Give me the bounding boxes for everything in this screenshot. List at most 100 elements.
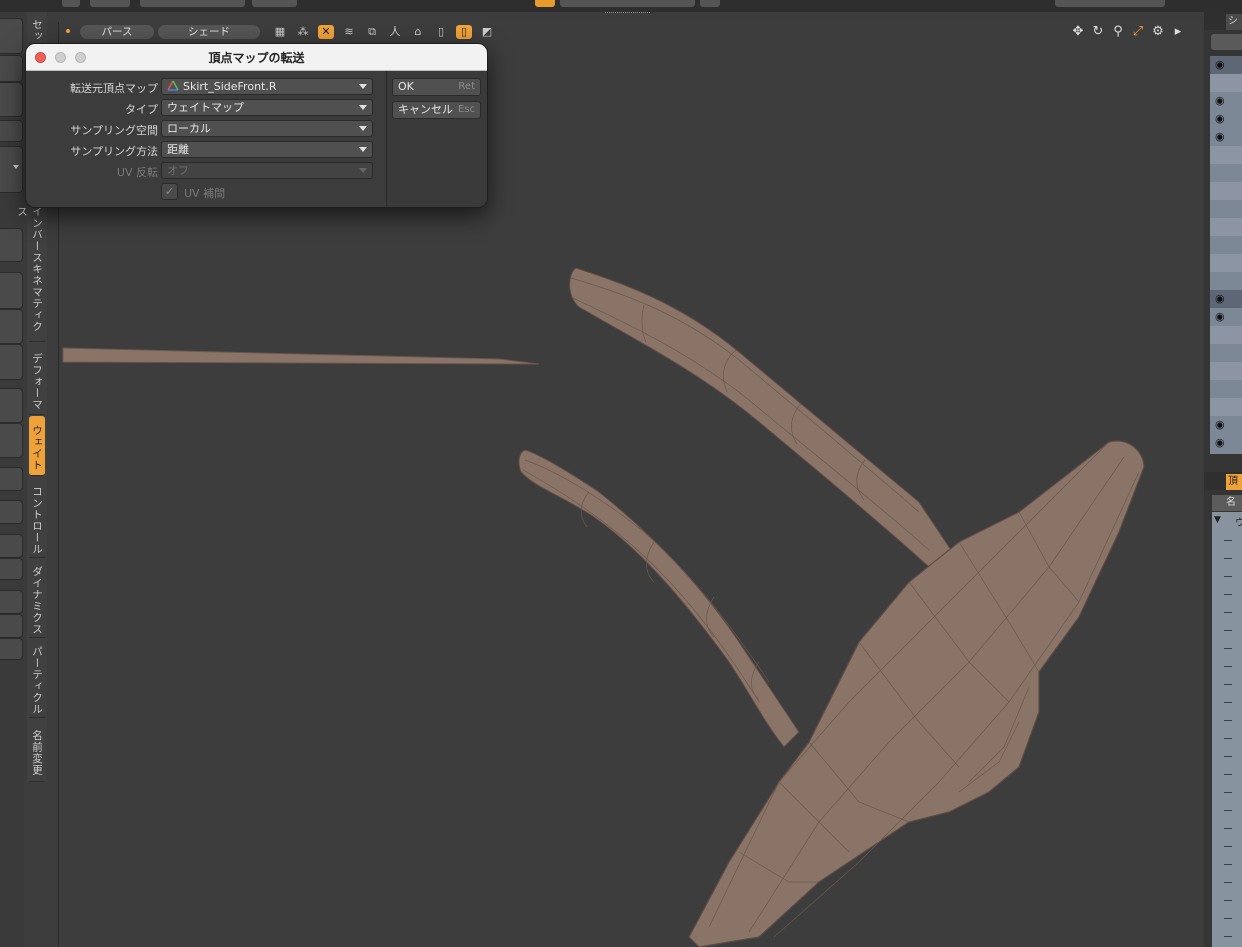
visibility-eye-icon[interactable]: ◉ bbox=[1215, 436, 1225, 449]
vertex-map-row[interactable] bbox=[1224, 936, 1232, 937]
visibility-eye-icon[interactable]: ◉ bbox=[1215, 94, 1225, 107]
visibility-eye-icon[interactable]: ◉ bbox=[1215, 292, 1225, 305]
vertex-map-row[interactable] bbox=[1224, 846, 1232, 847]
tool-button[interactable] bbox=[0, 467, 23, 491]
tab-weight[interactable]: ウェイト bbox=[29, 416, 45, 476]
vertex-map-row[interactable] bbox=[1224, 558, 1232, 559]
vertex-map-row[interactable] bbox=[1224, 540, 1232, 541]
tool-button[interactable] bbox=[0, 500, 23, 524]
vertex-map-row[interactable] bbox=[1224, 612, 1232, 613]
tree-item-label[interactable]: ウ bbox=[1235, 514, 1242, 529]
list-item[interactable]: ◉ bbox=[1210, 128, 1242, 146]
visibility-eye-icon[interactable]: ◉ bbox=[1215, 418, 1225, 431]
checker-icon[interactable]: ▦ bbox=[272, 25, 288, 39]
diagonal-icon[interactable]: ◩ bbox=[479, 25, 495, 39]
vertex-map-row[interactable] bbox=[1224, 684, 1232, 685]
vertex-map-row[interactable] bbox=[1224, 720, 1232, 721]
list-item[interactable]: ◉ bbox=[1210, 92, 1242, 110]
tab-scene[interactable]: シ bbox=[1226, 14, 1242, 30]
vertex-map-row[interactable] bbox=[1224, 594, 1232, 595]
gear-icon[interactable]: ⚙ bbox=[1150, 24, 1166, 40]
list-item[interactable]: ◉ bbox=[1210, 416, 1242, 434]
tool-button[interactable] bbox=[0, 638, 23, 660]
vertex-map-row[interactable] bbox=[1224, 576, 1232, 577]
visibility-eye-icon[interactable]: ◉ bbox=[1215, 310, 1225, 323]
vertex-map-row[interactable] bbox=[1224, 756, 1232, 757]
expand-triangle-icon[interactable]: ▼ bbox=[1214, 515, 1221, 525]
toolbar-chip[interactable] bbox=[252, 0, 297, 7]
copy-icon[interactable]: ⧉ bbox=[364, 25, 380, 39]
tool-button[interactable] bbox=[0, 423, 23, 458]
view-mode-button[interactable]: パース bbox=[80, 25, 154, 39]
tab-inverse-kinematics[interactable]: インバースキネマティクス bbox=[16, 202, 45, 342]
source-map-select[interactable]: Skirt_SideFront.R bbox=[161, 78, 373, 95]
panel-search[interactable] bbox=[1211, 34, 1242, 50]
tab-deformer[interactable]: デフォーマ bbox=[29, 345, 45, 415]
list-item[interactable]: ◉ bbox=[1210, 290, 1242, 308]
tab-vertex-maps[interactable]: 頂 bbox=[1226, 474, 1242, 490]
hair-icon[interactable]: ≋ bbox=[341, 25, 357, 39]
toolbar-chip[interactable] bbox=[62, 0, 80, 7]
tab-dynamics[interactable]: ダイナミクス bbox=[29, 560, 45, 638]
list-item[interactable]: ◉ bbox=[1210, 56, 1242, 74]
toolbar-chip[interactable] bbox=[1055, 0, 1165, 7]
tool-button[interactable] bbox=[0, 558, 23, 580]
uv-interp-checkbox[interactable]: ✓ bbox=[161, 183, 178, 200]
shape-icon[interactable]: ⌂ bbox=[410, 25, 426, 39]
tool-button[interactable] bbox=[0, 55, 23, 82]
toolbar-chip[interactable] bbox=[90, 0, 130, 7]
grid-icon[interactable]: ⁂ bbox=[295, 25, 311, 39]
vertex-map-row[interactable] bbox=[1224, 648, 1232, 649]
tool-button[interactable] bbox=[0, 534, 23, 558]
tool-button[interactable] bbox=[0, 18, 23, 54]
vertex-map-row[interactable] bbox=[1224, 918, 1232, 919]
move-icon[interactable]: ✥ bbox=[1070, 24, 1086, 40]
wireframe-toggle-icon[interactable]: ✕ bbox=[318, 25, 334, 39]
toolbar-chip[interactable] bbox=[700, 0, 720, 7]
tool-button[interactable] bbox=[0, 120, 23, 142]
list-item[interactable]: ◉ bbox=[1210, 308, 1242, 326]
visibility-eye-icon[interactable]: ◉ bbox=[1215, 58, 1225, 71]
visibility-eye-icon[interactable]: ◉ bbox=[1215, 112, 1225, 125]
tab-particle[interactable]: パーティクル bbox=[29, 640, 45, 718]
capsule-icon[interactable]: ▯ bbox=[433, 25, 449, 39]
list-item[interactable]: ◉ bbox=[1210, 110, 1242, 128]
vertex-map-row[interactable] bbox=[1224, 900, 1232, 901]
drag-handle[interactable] bbox=[605, 12, 650, 17]
vertex-map-row[interactable] bbox=[1224, 774, 1232, 775]
vertex-map-row[interactable] bbox=[1224, 810, 1232, 811]
dialog-titlebar[interactable]: 頂点マップの転送 bbox=[26, 44, 487, 71]
sampling-method-select[interactable]: 距離 bbox=[161, 141, 373, 158]
tool-button[interactable] bbox=[0, 614, 23, 638]
type-select[interactable]: ウェイトマップ bbox=[161, 99, 373, 116]
tab-control[interactable]: コントロール bbox=[29, 480, 45, 558]
tool-button[interactable] bbox=[0, 344, 23, 380]
list-item[interactable]: ◉ bbox=[1210, 434, 1242, 452]
fit-icon[interactable]: ⤢ bbox=[1130, 24, 1146, 40]
tab-rename[interactable]: 名前変更 bbox=[29, 720, 45, 782]
toolbar-chip[interactable] bbox=[560, 0, 695, 7]
play-icon[interactable]: ▸ bbox=[1170, 24, 1186, 40]
vertex-map-row[interactable] bbox=[1224, 882, 1232, 883]
toolbar-chip[interactable] bbox=[140, 0, 245, 7]
uv-flip-select[interactable]: オフ bbox=[161, 162, 373, 179]
vertex-map-row[interactable] bbox=[1224, 738, 1232, 739]
tool-dropdown[interactable] bbox=[0, 146, 23, 193]
visibility-eye-icon[interactable]: ◉ bbox=[1215, 130, 1225, 143]
tool-button[interactable] bbox=[0, 590, 23, 614]
toolbar-chip-active[interactable] bbox=[535, 0, 555, 7]
tool-button[interactable] bbox=[0, 388, 23, 423]
figure-icon[interactable]: 人 bbox=[387, 25, 403, 39]
vertex-map-row[interactable] bbox=[1224, 792, 1232, 793]
vertex-map-row[interactable] bbox=[1224, 828, 1232, 829]
vertex-map-row[interactable] bbox=[1224, 864, 1232, 865]
vertex-map-row[interactable] bbox=[1224, 666, 1232, 667]
ok-button[interactable]: OK Ret bbox=[392, 78, 481, 96]
column-header[interactable]: 名前 bbox=[1212, 495, 1242, 524]
tool-button[interactable] bbox=[0, 82, 23, 117]
zoom-icon[interactable]: ⚲ bbox=[1110, 24, 1126, 40]
vertex-map-row[interactable] bbox=[1224, 630, 1232, 631]
vertex-map-row[interactable] bbox=[1224, 702, 1232, 703]
sampling-space-select[interactable]: ローカル bbox=[161, 120, 373, 137]
tab-setup[interactable]: セッ bbox=[29, 14, 45, 44]
